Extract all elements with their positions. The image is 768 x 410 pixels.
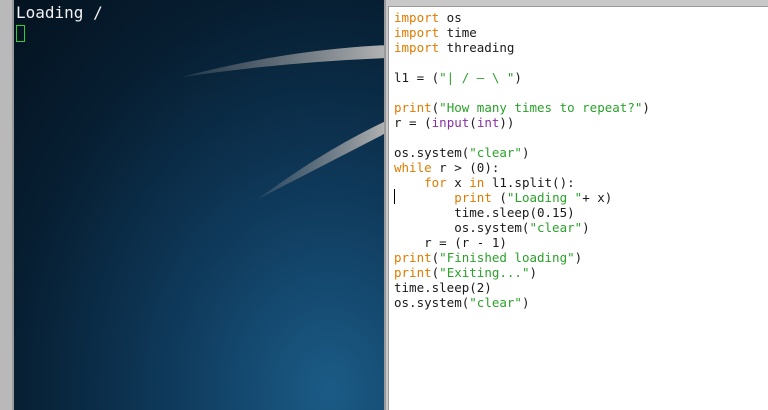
code-line[interactable]: time.sleep(0.15): [394, 205, 650, 220]
code-line[interactable]: r = (input(int)): [394, 115, 650, 130]
code-token: "| / — \ ": [439, 70, 515, 85]
code-line[interactable]: import threading: [394, 40, 650, 55]
code-editor[interactable]: import os import time import threading l1 …: [388, 6, 768, 410]
code-token: time.sleep(0.15): [394, 205, 575, 220]
code-line[interactable]: import os: [394, 10, 650, 25]
code-token: import: [394, 10, 440, 25]
code-token: "clear": [529, 220, 583, 235]
code-token: input: [431, 115, 470, 130]
code-line[interactable]: for x in l1.split():: [394, 175, 650, 190]
code-token: time.sleep(2): [394, 280, 492, 295]
code-line[interactable]: os.system("clear"): [394, 145, 650, 160]
terminal-cursor: [16, 25, 25, 42]
code-token: int: [476, 115, 500, 130]
code-token: in: [469, 175, 485, 190]
code-token: l1.split():: [484, 175, 575, 190]
code-token: )): [499, 115, 515, 130]
code-token: while: [394, 160, 432, 175]
code-token: time: [439, 25, 477, 40]
code-token: ): [642, 100, 650, 115]
code-token: import: [394, 25, 440, 40]
code-token: ): [521, 295, 530, 310]
code-line[interactable]: print("How many times to repeat?"): [394, 100, 650, 115]
code-token: "Exiting...": [439, 265, 530, 280]
code-line[interactable]: l1 = ("| / — \ "): [394, 70, 650, 85]
code-token: import: [394, 40, 440, 55]
code-token: "clear": [469, 295, 522, 310]
code-token: print: [394, 250, 432, 265]
code-token: os.system(: [394, 145, 470, 160]
code-token: r = (: [394, 115, 432, 130]
code-token: "Finished loading": [439, 250, 575, 265]
code-token: os.system(: [394, 220, 530, 235]
code-token: (: [469, 115, 477, 130]
code-token: for: [424, 175, 447, 190]
code-line[interactable]: os.system("clear"): [394, 295, 650, 310]
code-token: print: [394, 265, 432, 280]
code-token: threading: [439, 40, 515, 55]
code-line[interactable]: while r > (0):: [394, 160, 650, 175]
code-line[interactable]: print ("Loading "+ x): [394, 190, 650, 205]
code-token: (: [491, 190, 507, 205]
code-token: x: [446, 175, 470, 190]
code-line[interactable]: os.system("clear"): [394, 220, 650, 235]
code-token: print: [454, 190, 492, 205]
code-token: r = (r - 1): [394, 235, 507, 250]
code-token: ): [582, 220, 590, 235]
code-line[interactable]: print("Exiting..."): [394, 265, 650, 280]
code-token: l1 = (: [394, 70, 440, 85]
text-caret: [394, 189, 395, 204]
code-token: os.system(: [394, 295, 470, 310]
code-token: ): [529, 265, 538, 280]
code-token: r > (0):: [431, 160, 500, 175]
code-token: ): [514, 70, 522, 85]
code-token: os: [439, 10, 462, 25]
code-token: "Loading ": [506, 190, 583, 205]
code-line[interactable]: import time: [394, 25, 650, 40]
code-token: "How many times to repeat?": [439, 100, 643, 115]
code-line[interactable]: print("Finished loading"): [394, 250, 650, 265]
terminal-output: Loading /: [16, 3, 103, 22]
desktop: Loading / import os import time import thr…: [0, 0, 768, 410]
code-line[interactable]: [394, 55, 650, 70]
code-token: print: [394, 100, 432, 115]
wallpaper-swoosh: [182, 45, 384, 199]
code-line[interactable]: [394, 85, 650, 100]
code-token: + x): [582, 190, 613, 205]
code-line[interactable]: r = (r - 1): [394, 235, 650, 250]
code-line[interactable]: [394, 130, 650, 145]
code-token: ): [574, 250, 583, 265]
code-content[interactable]: import os import time import threading l1 …: [394, 10, 650, 310]
terminal-window[interactable]: Loading /: [12, 0, 386, 410]
code-token: "clear": [469, 145, 522, 160]
code-line[interactable]: time.sleep(2): [394, 280, 650, 295]
code-token: ): [521, 145, 530, 160]
